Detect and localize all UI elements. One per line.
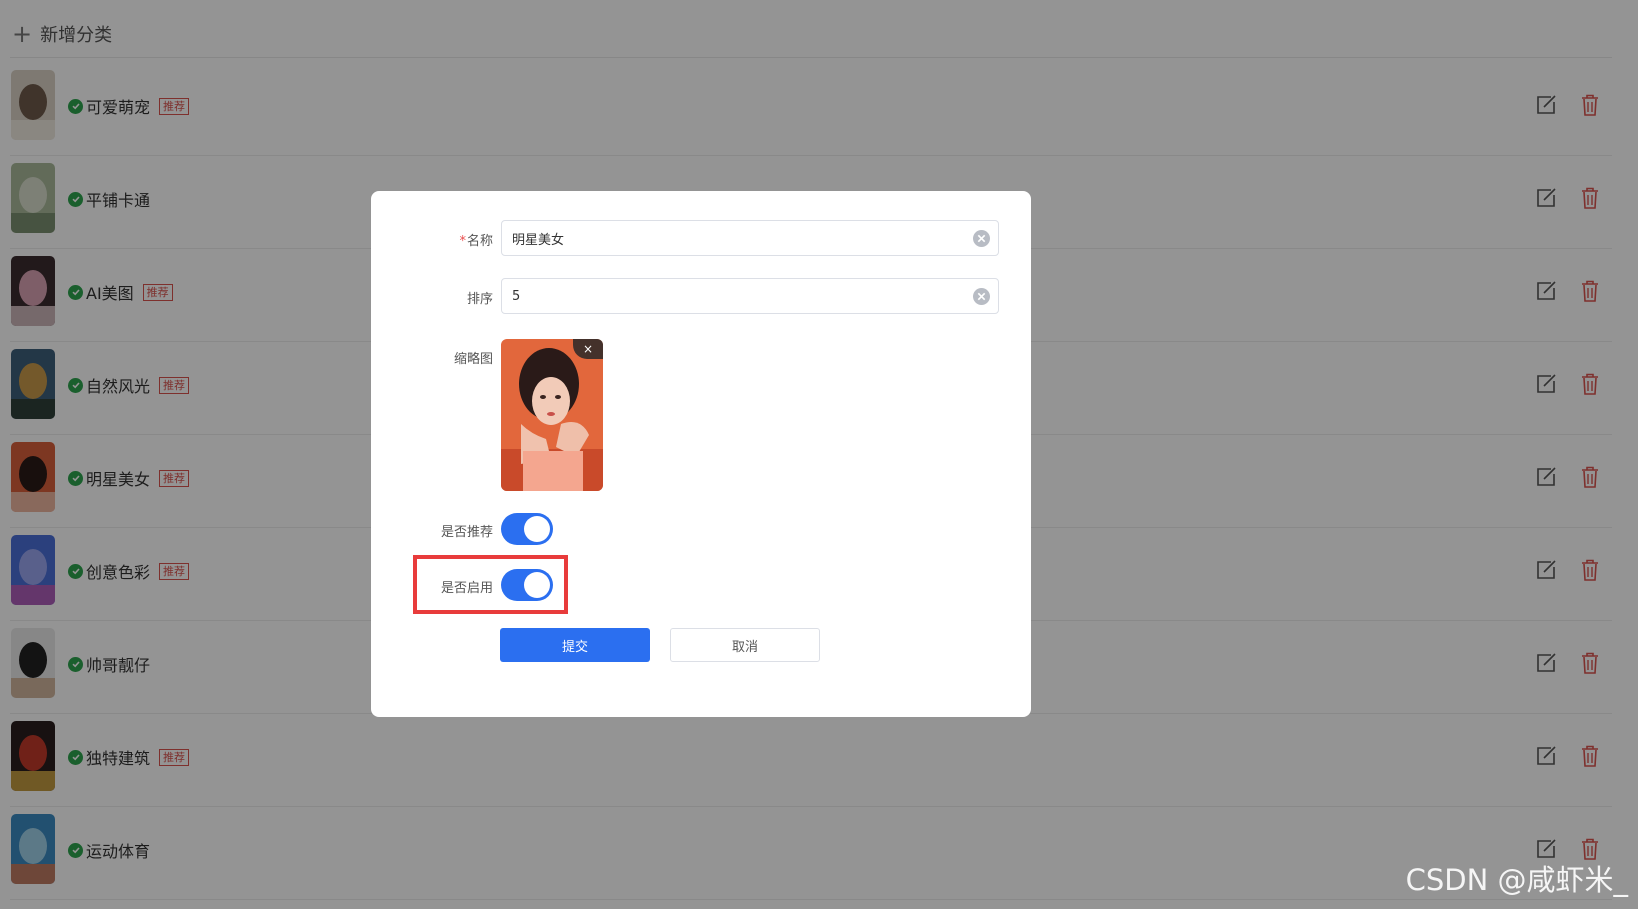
- sort-label: 排序: [466, 292, 493, 307]
- name-label-text: 名称: [466, 234, 493, 249]
- edit-category-dialog: *名称 排序 缩略图: [371, 191, 1031, 717]
- clear-icon[interactable]: [973, 230, 990, 247]
- recommend-switch[interactable]: [501, 513, 553, 545]
- thumbnail-label: 缩略图: [453, 352, 493, 367]
- thumbnail-image: [501, 339, 603, 491]
- thumbnail-preview[interactable]: ×: [501, 339, 603, 491]
- name-label: *名称: [459, 230, 493, 249]
- name-input-wrapper: [501, 220, 999, 256]
- switch-knob: [524, 516, 550, 542]
- required-mark: *: [459, 234, 466, 249]
- cancel-button[interactable]: 取消: [670, 628, 820, 662]
- watermark: CSDN @咸虾米_: [1405, 863, 1628, 897]
- submit-button[interactable]: 提交: [500, 628, 650, 662]
- remove-thumbnail-button[interactable]: ×: [573, 339, 603, 359]
- sort-input-wrapper: [501, 278, 999, 314]
- clear-icon[interactable]: [973, 288, 990, 305]
- category-page: + 新增分类 可爱萌宠 推荐 平铺卡通 AI美图 推荐 自然风光 推荐 明星美女…: [0, 0, 1638, 909]
- highlight-box: [413, 555, 568, 614]
- recommend-label: 是否推荐: [440, 525, 493, 540]
- name-input[interactable]: [502, 221, 962, 255]
- sort-input[interactable]: [502, 279, 962, 313]
- close-icon: ×: [582, 342, 594, 356]
